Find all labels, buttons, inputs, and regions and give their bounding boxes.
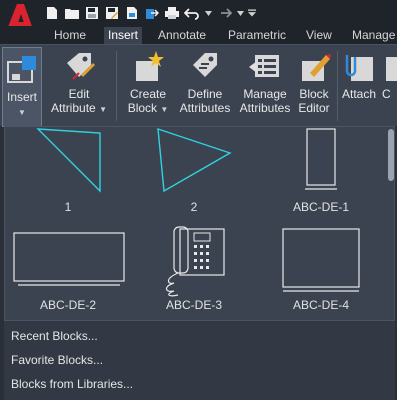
block-source-menu: Recent Blocks... Favorite Blocks... Bloc…	[4, 321, 395, 400]
block-editor-icon	[302, 54, 331, 81]
abc-de-3-name: ABC-DE-3	[165, 298, 222, 312]
block-editor-button[interactable]: Block Editor	[294, 49, 334, 125]
recent-blocks-item[interactable]: Recent Blocks...	[4, 325, 395, 347]
tab-parametric[interactable]: Parametric	[224, 27, 290, 44]
block-editor-label-line2: Editor	[298, 101, 330, 115]
insert-button[interactable]: Insert ▼	[2, 47, 42, 127]
edit-attribute-icon	[67, 53, 95, 80]
manage-attributes-label-line2: Attributes	[239, 101, 291, 115]
abc-de-2-name: ABC-DE-2	[39, 298, 96, 312]
tab-manage[interactable]: Manage	[348, 27, 397, 44]
insert-label: Insert	[6, 90, 37, 104]
gallery-item-block-1[interactable]: 1	[8, 127, 128, 221]
edit-attribute-button[interactable]: Edit Attribute ▼	[48, 49, 110, 125]
redo-icon[interactable]	[216, 5, 232, 21]
attach-paperclip-icon	[345, 55, 373, 81]
abc-de-1-name: ABC-DE-1	[292, 200, 349, 214]
ribbon-panel: Insert ▼ Edit Attribute ▼ Create Block ▼…	[0, 44, 397, 127]
clip-button[interactable]: C	[382, 49, 397, 125]
ribbon-tab-bar: Home Insert Annotate Parametric View Man…	[0, 26, 397, 44]
edit-attribute-label-line2: Attribute ▼	[51, 101, 107, 115]
undo-dropdown-icon[interactable]	[204, 5, 212, 21]
create-block-icon	[136, 51, 164, 81]
blocks-from-libraries-item[interactable]: Blocks from Libraries...	[4, 373, 395, 395]
define-attributes-label-line1: Define	[187, 87, 223, 101]
title-bar	[0, 0, 397, 32]
abc-de-1-thumbnail	[305, 128, 337, 190]
tab-home[interactable]: Home	[50, 27, 90, 44]
gallery-item-abc-de-2[interactable]: ABC-DE-2	[8, 225, 128, 319]
define-attributes-label-line2: Attributes	[179, 101, 231, 115]
gallery-item-block-2[interactable]: 2	[134, 127, 254, 221]
manage-attributes-icon	[249, 55, 279, 77]
abc-de-4-name: ABC-DE-4	[292, 298, 349, 312]
create-block-label-line2: Block ▼	[127, 101, 169, 115]
manage-attributes-label-line1: Manage	[243, 87, 287, 101]
manage-attributes-button[interactable]: Manage Attributes	[236, 49, 294, 125]
gallery-item-abc-de-4[interactable]: ABC-DE-4	[261, 225, 381, 319]
attach-label: Attach	[341, 87, 377, 101]
create-block-button[interactable]: Create Block ▼	[122, 49, 174, 125]
block-1-thumbnail	[36, 128, 101, 193]
tab-view[interactable]: View	[302, 27, 336, 44]
create-block-label-line1: Create	[129, 87, 167, 101]
favorite-blocks-item[interactable]: Favorite Blocks...	[4, 349, 395, 371]
block-2-name: 2	[190, 200, 198, 214]
abc-de-4-thumbnail	[282, 228, 360, 292]
attach-button[interactable]: Attach	[339, 49, 379, 125]
gallery-scrollbar[interactable]	[388, 129, 394, 181]
print-icon[interactable]	[164, 5, 180, 21]
define-attributes-button[interactable]: Define Attributes	[176, 49, 234, 125]
block-2-thumbnail	[157, 127, 232, 193]
block-editor-label-line1: Block	[299, 87, 329, 101]
block-1-name: 1	[64, 200, 72, 214]
chevron-down-icon: ▼	[18, 108, 26, 117]
ribbon-separator	[337, 51, 338, 121]
insert-block-icon	[7, 56, 36, 83]
block-gallery: 1 2 ABC-DE-1 ABC-DE-2 ABC-DE-3 ABC-DE-4	[4, 126, 395, 321]
abc-de-2-thumbnail	[13, 232, 125, 286]
import-icon[interactable]	[144, 5, 160, 21]
clip-label: C	[382, 87, 391, 101]
clip-icon	[386, 57, 397, 81]
save-as-icon[interactable]	[104, 5, 120, 21]
new-file-icon[interactable]	[44, 5, 60, 21]
customize-toolbar-icon[interactable]	[248, 5, 256, 21]
gallery-item-abc-de-3[interactable]: ABC-DE-3	[134, 225, 254, 319]
tab-insert[interactable]: Insert	[104, 27, 143, 44]
open-folder-icon[interactable]	[64, 5, 80, 21]
tab-annotate[interactable]: Annotate	[154, 27, 210, 44]
edit-attribute-label-line1: Edit	[68, 87, 90, 101]
quick-access-toolbar	[44, 3, 256, 23]
save-icon[interactable]	[84, 5, 100, 21]
define-attributes-icon	[193, 53, 217, 77]
undo-icon[interactable]	[184, 5, 200, 21]
publish-icon[interactable]	[124, 5, 140, 21]
gallery-item-abc-de-1[interactable]: ABC-DE-1	[261, 127, 381, 221]
redo-dropdown-icon[interactable]	[236, 5, 244, 21]
abc-de-3-telephone-thumbnail	[165, 226, 225, 297]
ribbon-separator	[116, 51, 117, 121]
